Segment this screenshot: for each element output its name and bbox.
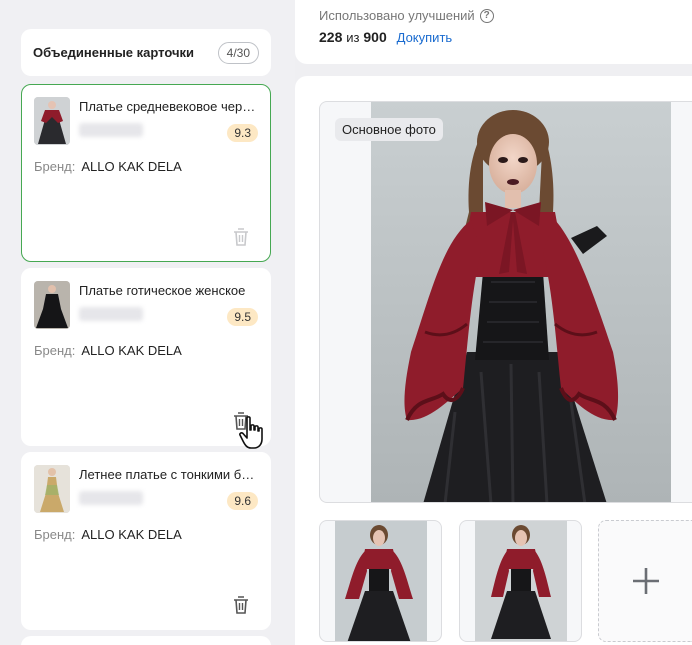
card-score-badge: 9.6: [227, 492, 258, 510]
main-photo-badge: Основное фото: [335, 118, 443, 141]
product-card-3[interactable]: Летнее платье с тонкими бретелями 9.6 Бр…: [21, 452, 271, 630]
photo-panel: Основное фото: [295, 76, 692, 645]
usage-total: 900: [363, 29, 387, 45]
hand-pointer-icon: [239, 416, 263, 449]
merged-cards-count: 4/30: [217, 41, 259, 64]
card-brand-label: Бренд:: [34, 343, 76, 358]
card-brand-value: ALLO KAK DELA: [81, 159, 182, 174]
card-score-badge: 9.5: [227, 308, 258, 326]
product-card-4-peek[interactable]: [21, 636, 271, 645]
trash-icon[interactable]: [232, 595, 250, 615]
card-score-badge: 9.3: [227, 124, 258, 142]
photo-thumbnail-image: [335, 521, 427, 641]
card-brand-value: ALLO KAK DELA: [81, 527, 182, 542]
sidebar: Объединенные карточки 4/30 Платье средне…: [0, 0, 295, 645]
main-photo-frame[interactable]: Основное фото: [319, 101, 692, 503]
plus-icon: [632, 568, 659, 594]
buy-more-link[interactable]: Докупить: [397, 30, 453, 45]
card-thumbnail: [34, 465, 70, 513]
card-title: Платье готическое женское: [79, 283, 246, 298]
card-sku-blurred: [79, 123, 143, 137]
merged-cards-header: Объединенные карточки 4/30: [21, 29, 271, 76]
card-brand: Бренд: ALLO KAK DELA: [34, 159, 182, 174]
product-card-1[interactable]: Платье средневековое черное 9.3 Бренд: AL…: [21, 84, 271, 262]
main-photo: [371, 102, 671, 502]
help-circle-icon[interactable]: ?: [479, 8, 494, 23]
card-brand-value: ALLO KAK DELA: [81, 343, 182, 358]
usage-of: из: [346, 30, 360, 45]
usage-label: Использовано улучшений ?: [319, 8, 494, 23]
photo-thumbnail-image: [475, 521, 567, 641]
card-brand: Бренд: ALLO KAK DELA: [34, 527, 182, 542]
card-brand-label: Бренд:: [34, 527, 76, 542]
usage-label-text: Использовано улучшений: [319, 8, 475, 23]
card-thumbnail: [34, 97, 70, 145]
usage-value: 228 из 900 Докупить: [319, 29, 452, 45]
usage-used: 228: [319, 29, 343, 45]
card-title: Платье средневековое черное: [79, 99, 261, 114]
card-brand-label: Бренд:: [34, 159, 76, 174]
add-photo-button[interactable]: [598, 520, 692, 642]
photo-thumbnail-2[interactable]: [459, 520, 582, 642]
card-sku-blurred: [79, 491, 143, 505]
card-sku-blurred: [79, 307, 143, 321]
product-card-2[interactable]: Платье готическое женское 9.5 Бренд: ALLO…: [21, 268, 271, 446]
merged-cards-title: Объединенные карточки: [33, 45, 195, 60]
trash-icon[interactable]: [232, 227, 250, 247]
card-brand: Бренд: ALLO KAK DELA: [34, 343, 182, 358]
usage-panel: Использовано улучшений ? 228 из 900 Доку…: [295, 0, 692, 64]
photo-thumbnail-1[interactable]: [319, 520, 442, 642]
card-thumbnail: [34, 281, 70, 329]
card-title: Летнее платье с тонкими бретелями: [79, 467, 261, 482]
